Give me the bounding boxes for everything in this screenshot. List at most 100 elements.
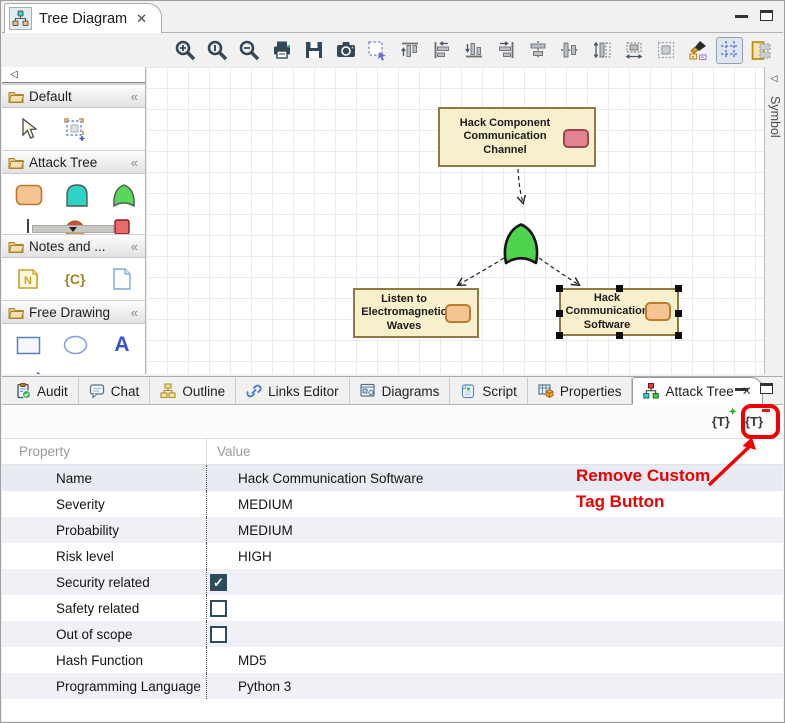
pin-icon[interactable]: «: [131, 306, 138, 319]
snap-to-geometry-icon[interactable]: [652, 37, 679, 64]
zoom-original-icon[interactable]: [204, 37, 231, 64]
table-row[interactable]: Security related: [2, 569, 783, 595]
folder-icon: [8, 240, 24, 253]
arrow-tool[interactable]: [15, 370, 45, 374]
severity-badge-orange[interactable]: [445, 304, 471, 323]
table-row[interactable]: Programming Language Python 3: [2, 673, 783, 699]
tab-outline[interactable]: Outline: [150, 378, 236, 404]
and-gate-tool[interactable]: [64, 183, 90, 207]
bottom-panel: Audit Chat Outline Links Editor Diagrams…: [2, 376, 783, 721]
node-hack-component-communication-channel[interactable]: Hack Component Communication Channel: [438, 107, 596, 167]
palette-section-free-drawing[interactable]: Free Drawing «: [2, 300, 145, 324]
palette-section-default[interactable]: Default «: [2, 84, 145, 108]
tab-links-editor[interactable]: Links Editor: [236, 378, 350, 404]
property-name: Hash Function: [2, 647, 207, 673]
align-top-icon[interactable]: [396, 37, 423, 64]
selection-handle[interactable]: [675, 310, 682, 317]
align-bottom-icon[interactable]: [460, 37, 487, 64]
screenshot-icon[interactable]: [332, 37, 359, 64]
tab-script[interactable]: Script: [450, 378, 528, 404]
maximize-icon[interactable]: [760, 383, 773, 394]
section-label: Default: [29, 89, 72, 104]
text-tool[interactable]: A: [109, 333, 135, 357]
bottom-tab-bar: Audit Chat Outline Links Editor Diagrams…: [2, 377, 783, 405]
severity-badge-red[interactable]: [563, 129, 589, 148]
format-painter-icon[interactable]: [684, 37, 711, 64]
add-tag-glyph: {T}: [712, 414, 730, 429]
table-row[interactable]: Safety related: [2, 595, 783, 621]
print-icon[interactable]: [268, 37, 295, 64]
or-gate-tool[interactable]: [111, 183, 137, 207]
diagram-canvas[interactable]: Hack Component Communication Channel Lis…: [146, 67, 767, 374]
tab-audit[interactable]: Audit: [5, 378, 79, 404]
table-row[interactable]: Out of scope: [2, 621, 783, 647]
palette-section-attack-tree[interactable]: Attack Tree «: [2, 150, 145, 174]
table-row[interactable]: Risk level HIGH: [2, 543, 783, 569]
toggle-grid-icon[interactable]: [716, 37, 743, 64]
or-gate-shape[interactable]: [505, 225, 537, 264]
rectangle-tool[interactable]: [15, 336, 41, 355]
security-related-checkbox[interactable]: [210, 574, 227, 591]
zoom-in-icon[interactable]: [172, 37, 199, 64]
document-tool[interactable]: [109, 267, 135, 291]
selection-handle[interactable]: [556, 332, 563, 339]
minimize-icon[interactable]: [735, 387, 748, 391]
node-hack-communication-software[interactable]: Hack Communication Software: [559, 288, 679, 336]
table-header: Property Value: [2, 439, 783, 465]
column-header-property[interactable]: Property: [2, 439, 207, 464]
save-icon[interactable]: [300, 37, 327, 64]
align-center-horizontal-icon[interactable]: [524, 37, 551, 64]
property-value[interactable]: HIGH: [207, 543, 783, 569]
note-tool[interactable]: N: [15, 268, 41, 290]
expand-arrow-icon[interactable]: ◁: [765, 67, 783, 84]
constraint-tool[interactable]: {C}: [62, 271, 88, 287]
match-size-icon[interactable]: [588, 37, 615, 64]
tab-diagrams[interactable]: Diagrams: [350, 378, 451, 404]
tab-label: Diagrams: [382, 384, 440, 399]
tab-close-icon[interactable]: ✕: [136, 11, 147, 27]
distribute-horizontal-icon[interactable]: [620, 37, 647, 64]
tab-properties[interactable]: Properties: [528, 378, 633, 404]
selection-handle[interactable]: [556, 310, 563, 317]
selection-handle[interactable]: [675, 285, 682, 292]
palette-section-notes[interactable]: Notes and ... «: [2, 234, 145, 258]
align-right-icon[interactable]: [492, 37, 519, 64]
node-listen-to-electromagnetic-waves[interactable]: Listen to Electromagnetic Waves: [353, 288, 479, 338]
selection-handle[interactable]: [616, 332, 623, 339]
select-cursor-tool[interactable]: [15, 117, 41, 141]
symbol-panel-collapsed[interactable]: ◁ Symbol: [764, 67, 783, 374]
align-middle-vertical-icon[interactable]: [556, 37, 583, 64]
zoom-out-icon[interactable]: [236, 37, 263, 64]
auto-layout-icon[interactable]: [748, 37, 775, 64]
property-value[interactable]: MEDIUM: [207, 517, 783, 543]
severity-badge-orange[interactable]: [645, 302, 671, 321]
table-row[interactable]: Hash Function MD5: [2, 647, 783, 673]
editor-tab-bar: Tree Diagram ✕: [2, 3, 783, 33]
pin-icon[interactable]: «: [131, 240, 138, 253]
select-region-icon[interactable]: [364, 37, 391, 64]
safety-related-checkbox[interactable]: [210, 600, 227, 617]
pin-icon[interactable]: «: [131, 156, 138, 169]
tree-node-tool[interactable]: [15, 184, 43, 206]
palette-scroll-down[interactable]: [32, 225, 114, 233]
property-value[interactable]: MD5: [207, 647, 783, 673]
property-value[interactable]: Python 3: [207, 673, 783, 699]
tab-tree-diagram[interactable]: Tree Diagram ✕: [4, 3, 162, 33]
scroll-down-icon: [69, 227, 77, 232]
minimize-icon[interactable]: [735, 14, 748, 18]
ellipse-tool[interactable]: [62, 335, 88, 355]
table-row[interactable]: Probability MEDIUM: [2, 517, 783, 543]
pin-icon[interactable]: «: [131, 90, 138, 103]
selection-handle[interactable]: [556, 285, 563, 292]
collapse-arrow-icon: ◁: [10, 69, 18, 80]
out-of-scope-checkbox[interactable]: [210, 626, 227, 643]
palette-collapse-button[interactable]: ◁: [2, 67, 145, 84]
align-left-icon[interactable]: [428, 37, 455, 64]
tab-chat[interactable]: Chat: [79, 378, 151, 404]
chat-icon: [89, 383, 105, 399]
selection-handle[interactable]: [616, 285, 623, 292]
maximize-icon[interactable]: [760, 10, 773, 21]
add-custom-tag-button[interactable]: {T}✦: [709, 411, 733, 432]
selection-handle[interactable]: [675, 332, 682, 339]
marquee-selection-tool[interactable]: [62, 117, 88, 141]
